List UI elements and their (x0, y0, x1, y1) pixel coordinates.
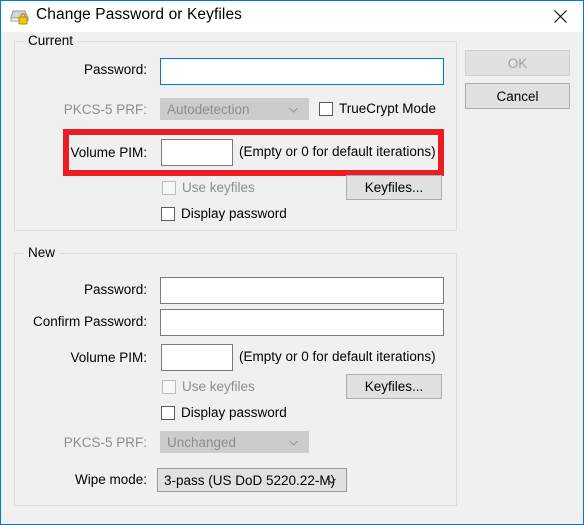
new-keyfiles-button[interactable]: Keyfiles... (346, 374, 442, 399)
new-password-input[interactable] (160, 277, 444, 304)
checkbox-box (161, 206, 175, 221)
chevron-down-icon (326, 475, 337, 486)
window-title: Change Password or Keyfiles (36, 6, 243, 23)
wipe-mode-value: 3-pass (US DoD 5220.22-M) (164, 472, 336, 488)
wipe-mode-label: Wipe mode: (74, 472, 147, 487)
dialog-body: OK Cancel Current Password: PKCS-5 PRF: … (1, 32, 583, 524)
truecrypt-mode-label: TrueCrypt Mode (339, 101, 437, 116)
new-prf-value: Unchanged (167, 434, 237, 450)
current-use-keyfiles-checkbox[interactable]: Use keyfiles (162, 180, 255, 195)
current-group-label: Current (24, 33, 78, 48)
new-password-label: Password: (83, 282, 147, 297)
current-prf-label: PKCS-5 PRF: (63, 102, 147, 117)
cancel-button[interactable]: Cancel (465, 83, 570, 109)
truecrypt-mode-checkbox[interactable]: TrueCrypt Mode (319, 101, 436, 116)
checkbox-box (162, 180, 176, 195)
current-prf-combobox[interactable]: Autodetection (160, 98, 309, 120)
current-keyfiles-button-label: Keyfiles... (364, 180, 424, 195)
new-prf-combobox[interactable]: Unchanged (160, 431, 309, 453)
new-pim-input[interactable] (161, 344, 233, 371)
new-prf-label: PKCS-5 PRF: (63, 435, 147, 450)
close-icon (554, 9, 567, 23)
new-confirm-password-input[interactable] (160, 309, 444, 336)
new-pim-label: Volume PIM: (70, 350, 147, 365)
new-keyfiles-button-label: Keyfiles... (364, 379, 424, 394)
chevron-down-icon (288, 104, 299, 115)
title-bar: Change Password or Keyfiles (1, 1, 583, 33)
checkbox-box (161, 405, 175, 420)
current-pim-input[interactable] (161, 139, 233, 166)
wipe-mode-combobox[interactable]: 3-pass (US DoD 5220.22-M) (157, 468, 347, 492)
ok-button[interactable]: OK (465, 50, 570, 76)
change-password-dialog: Change Password or Keyfiles OK Cancel Cu… (0, 0, 584, 525)
drive-lock-icon (10, 8, 30, 26)
current-password-label: Password: (83, 62, 147, 77)
current-pim-label: Volume PIM: (70, 145, 147, 160)
current-password-input[interactable] (160, 58, 444, 85)
cancel-button-label: Cancel (496, 88, 539, 104)
new-display-password-checkbox[interactable]: Display password (161, 405, 287, 420)
current-prf-value: Autodetection (167, 101, 250, 117)
chevron-down-icon (288, 437, 299, 448)
new-use-keyfiles-label: Use keyfiles (182, 379, 255, 394)
current-use-keyfiles-label: Use keyfiles (182, 180, 255, 195)
new-confirm-password-label: Confirm Password: (32, 314, 147, 329)
current-keyfiles-button[interactable]: Keyfiles... (346, 175, 442, 200)
ok-button-label: OK (507, 55, 528, 71)
current-pim-hint: (Empty or 0 for default iterations) (239, 144, 436, 159)
new-use-keyfiles-checkbox[interactable]: Use keyfiles (162, 379, 255, 394)
new-group-label: New (24, 245, 60, 260)
new-pim-hint: (Empty or 0 for default iterations) (239, 349, 436, 364)
current-display-password-label: Display password (181, 206, 287, 221)
current-display-password-checkbox[interactable]: Display password (161, 206, 287, 221)
checkbox-box (162, 379, 176, 394)
close-button[interactable] (538, 1, 583, 31)
checkbox-box (319, 101, 333, 116)
new-display-password-label: Display password (181, 405, 287, 420)
